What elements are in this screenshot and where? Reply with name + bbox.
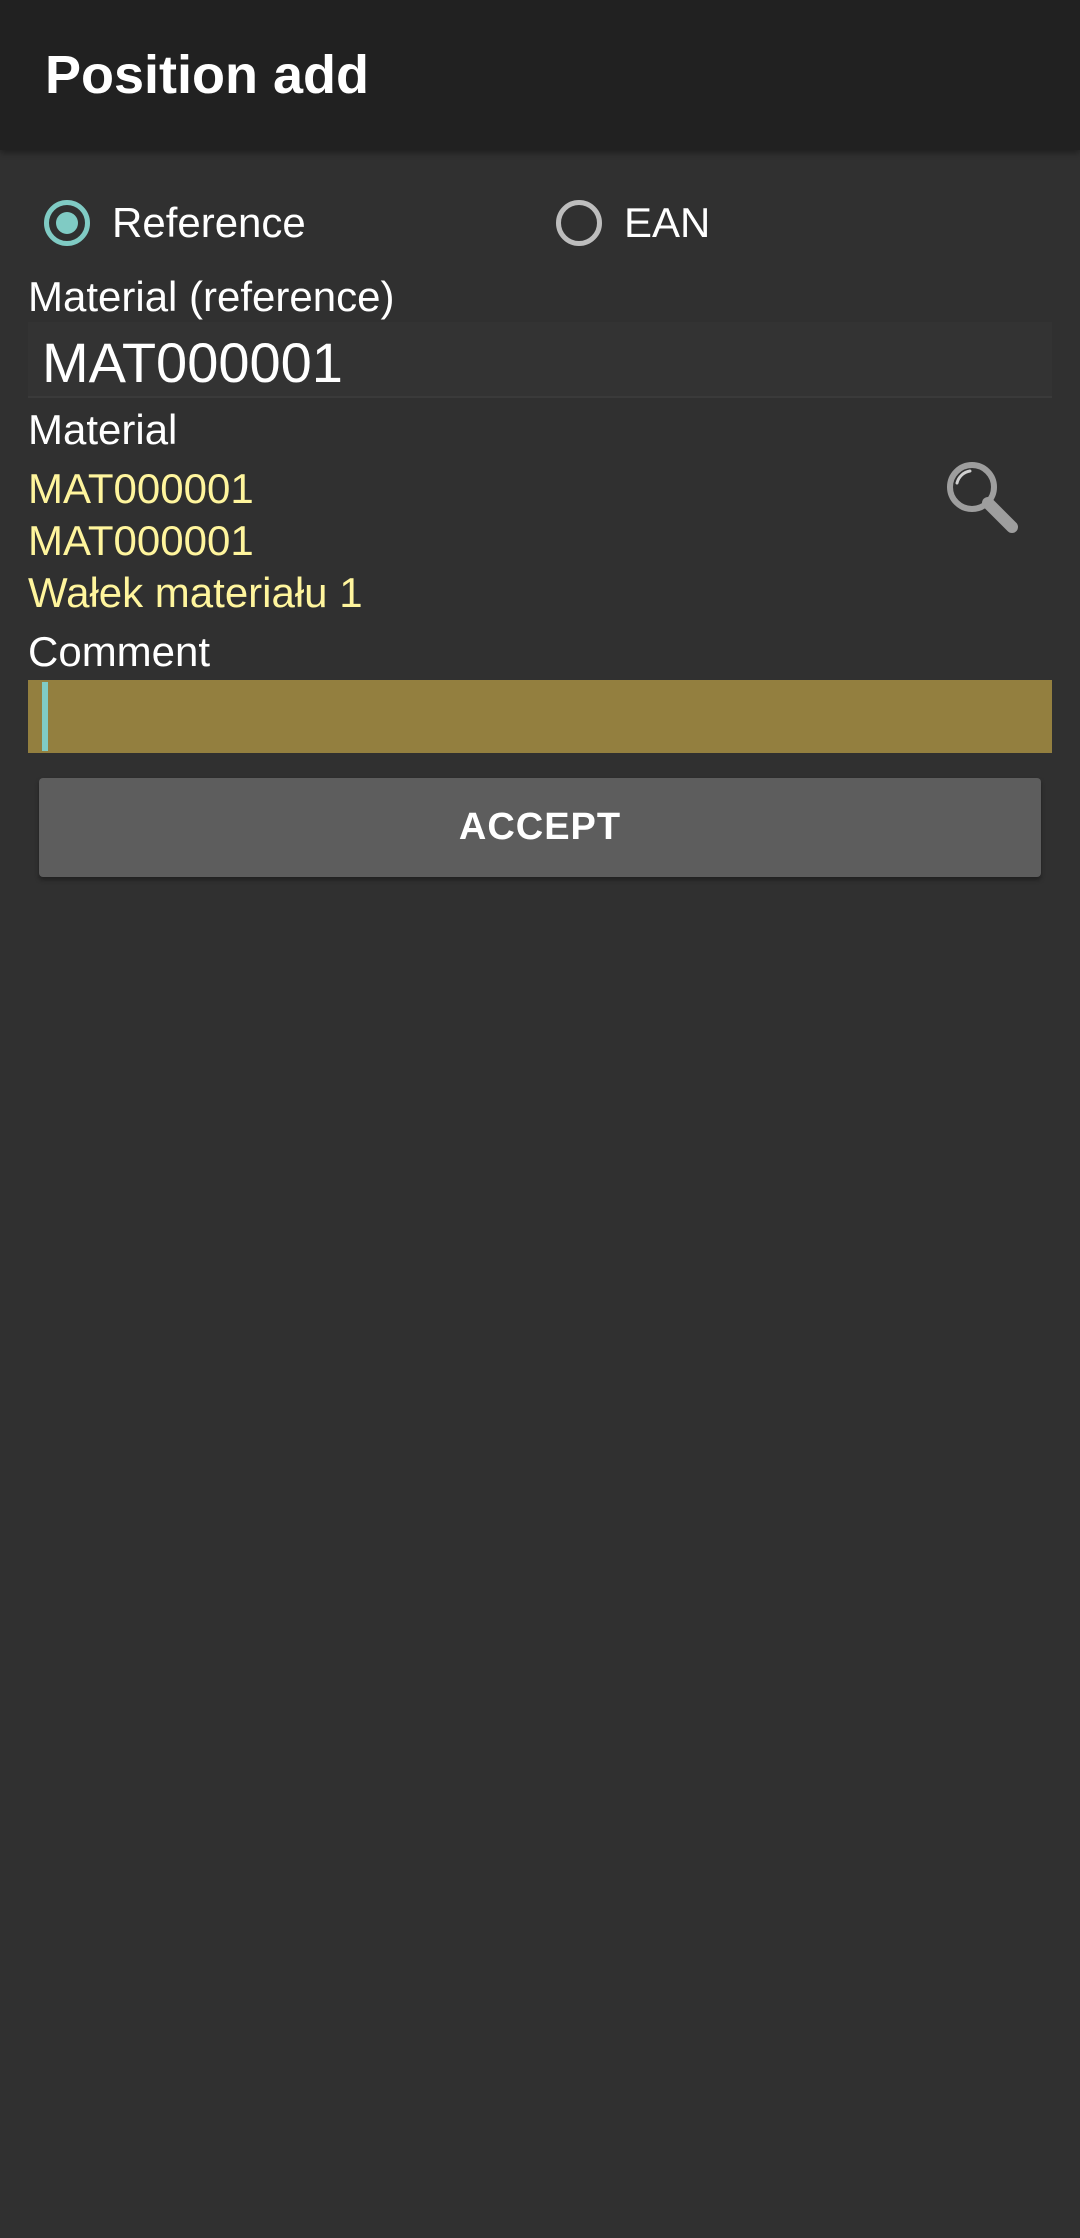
search-material-button[interactable] xyxy=(940,455,1026,541)
accept-button-label: ACCEPT xyxy=(458,806,622,848)
comment-label: Comment xyxy=(28,628,211,675)
material-reference: MAT000001 xyxy=(28,517,254,564)
radio-unchecked-icon xyxy=(556,200,602,246)
radio-ean-label: EAN xyxy=(624,199,711,246)
material-code: MAT000001 xyxy=(28,465,254,512)
material-reference-value: MAT000001 xyxy=(42,331,343,394)
material-label: Material xyxy=(28,406,178,453)
radio-reference[interactable]: Reference xyxy=(44,190,306,256)
app-screen: Position add Reference EAN Material (ref… xyxy=(0,0,1080,2238)
radio-checked-icon xyxy=(44,200,90,246)
material-description: Wałek materiału 1 xyxy=(28,569,363,616)
material-reference-input[interactable]: MAT000001 xyxy=(28,322,1052,398)
radio-ean[interactable]: EAN xyxy=(556,190,710,256)
search-icon xyxy=(947,462,1018,533)
app-toolbar: Position add xyxy=(0,0,1080,150)
search-mode-radio-group: Reference EAN xyxy=(0,190,1080,256)
page-title: Position add xyxy=(45,45,369,105)
accept-button[interactable]: ACCEPT xyxy=(39,778,1041,877)
material-reference-label: Material (reference) xyxy=(28,273,395,320)
radio-reference-label: Reference xyxy=(112,199,306,246)
comment-input[interactable] xyxy=(28,680,1052,753)
text-cursor xyxy=(42,682,48,751)
